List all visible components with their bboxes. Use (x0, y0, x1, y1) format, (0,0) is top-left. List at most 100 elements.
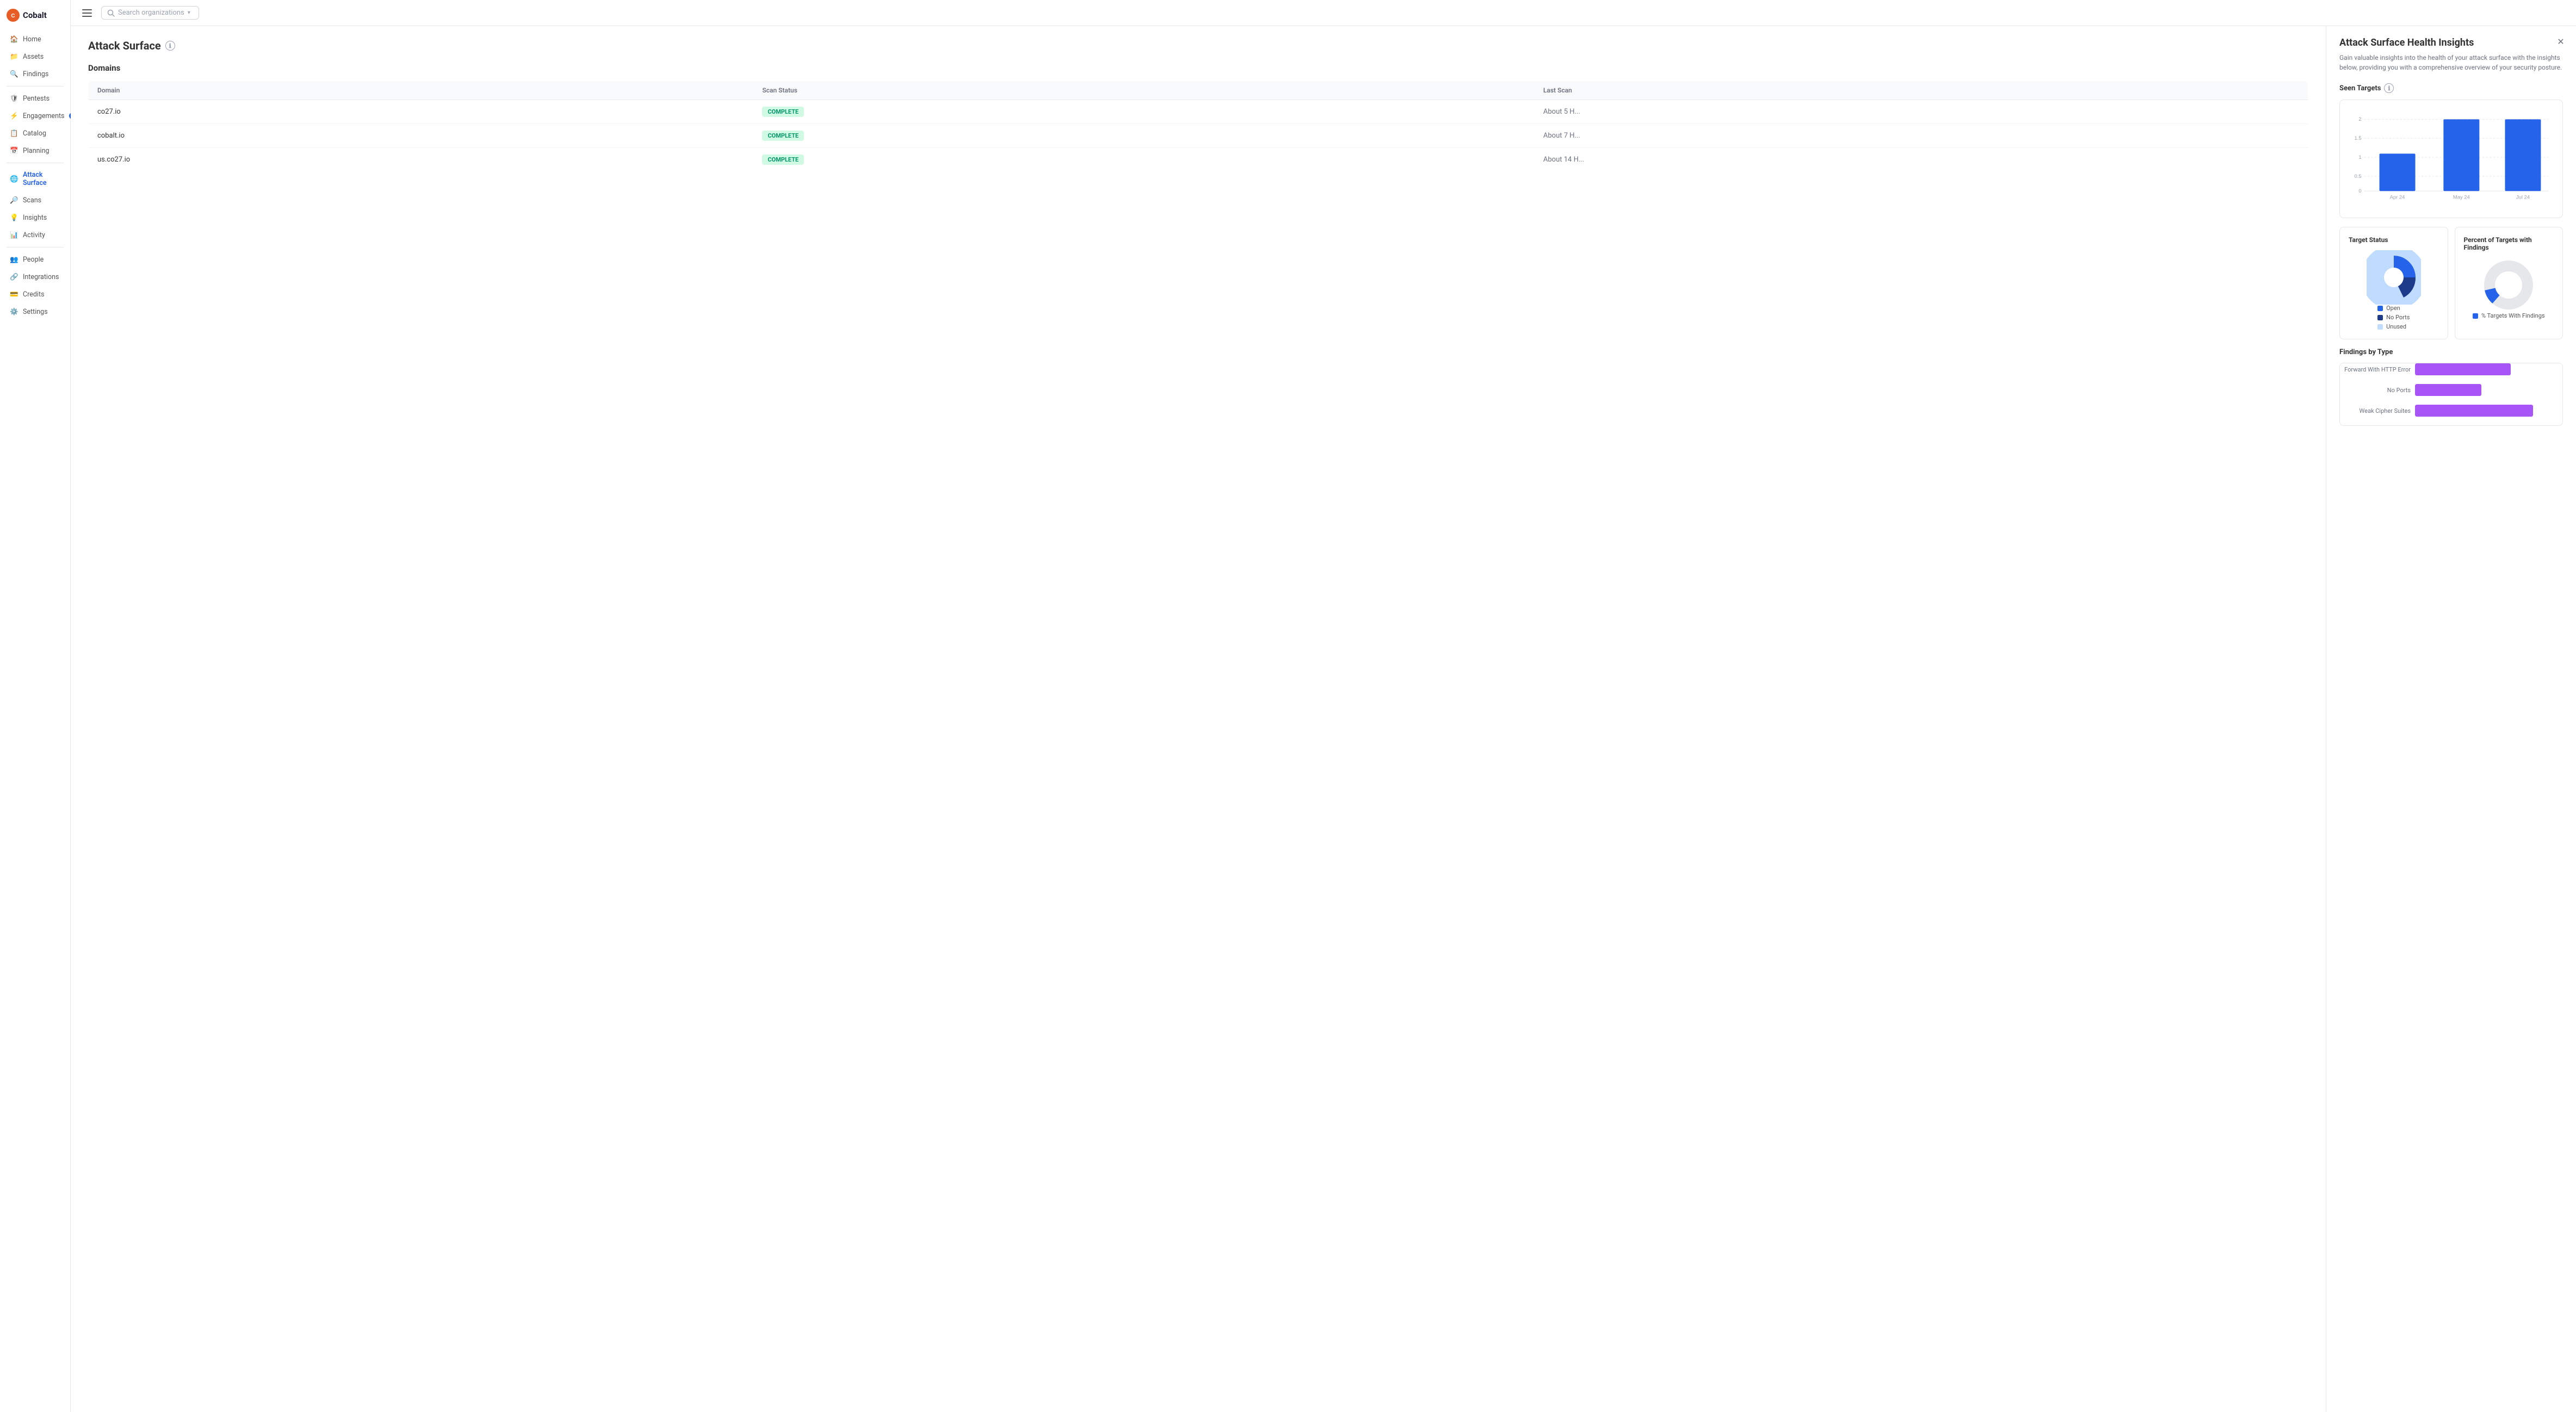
panel-subtitle: Gain valuable insights into the health o… (2339, 53, 2563, 72)
status-badge: COMPLETE (762, 107, 804, 117)
svg-text:C: C (11, 13, 15, 19)
donut-wrapper: % Targets With Findings (2464, 258, 2554, 319)
last-scan-cell: About 14 H... (1534, 148, 2308, 172)
sidebar-item-settings[interactable]: ⚙️ Settings (3, 304, 67, 320)
seen-targets-title: Seen Targets ℹ (2339, 83, 2563, 93)
finding-bar-1 (2415, 384, 2562, 396)
topbar-sidebar-toggle[interactable] (79, 5, 95, 21)
seen-targets-info-icon[interactable]: ℹ (2384, 83, 2394, 93)
finding-row-1: No Ports (2340, 384, 2562, 396)
col-last-scan: Last Scan (1534, 81, 2308, 100)
finding-label-0: Forward With HTTP Error (2340, 366, 2411, 373)
main-wrapper: Search organizations ▾ Attack Surface ℹ … (71, 0, 2576, 1412)
credits-icon: 💳 (10, 290, 18, 299)
finding-row-0: Forward With HTTP Error (2340, 363, 2562, 375)
activity-icon: 📊 (10, 231, 18, 239)
planning-icon: 📅 (10, 146, 18, 155)
status-cell: COMPLETE (753, 100, 1534, 124)
attack-surface-icon: 🌐 (10, 175, 18, 183)
page-title-info-icon[interactable]: ℹ (165, 41, 175, 51)
finding-bar-fill-2 (2415, 405, 2533, 417)
domain-cell: co27.io (89, 100, 754, 124)
seen-targets-chart: 2 1.5 1 0.5 0 (2339, 100, 2563, 218)
last-scan-cell: About 7 H... (1534, 124, 2308, 148)
catalog-icon: 📋 (10, 129, 18, 138)
search-placeholder: Search organizations (118, 9, 184, 17)
panel-close-button[interactable]: ✕ (2554, 35, 2567, 48)
sidebar-item-activity[interactable]: 📊 Activity (3, 227, 67, 243)
col-domain: Domain (89, 81, 754, 100)
finding-bar-fill-1 (2415, 384, 2481, 396)
finding-bar-0 (2415, 363, 2562, 375)
people-icon: 👥 (10, 255, 18, 264)
integrations-icon: 🔗 (10, 273, 18, 281)
table-row[interactable]: us.co27.io COMPLETE About 14 H... (89, 148, 2308, 172)
search-icon (107, 9, 115, 17)
logo-text: Cobalt (23, 10, 47, 20)
findings-icon: 🔍 (10, 70, 18, 78)
finding-bar-fill-0 (2415, 363, 2511, 375)
svg-text:Jul 24: Jul 24 (2516, 194, 2530, 200)
svg-text:1: 1 (2358, 154, 2361, 160)
target-status-chart: Target Status (2339, 227, 2448, 339)
pie-wrapper: Open No Ports Unused (2349, 250, 2439, 330)
pie-chart-svg (2367, 250, 2421, 305)
svg-text:0.5: 0.5 (2354, 173, 2361, 179)
legend-no-ports-dot (2377, 315, 2383, 320)
table-row[interactable]: cobalt.io COMPLETE About 7 H... (89, 124, 2308, 148)
svg-text:0: 0 (2358, 188, 2361, 194)
sidebar-item-findings[interactable]: 🔍 Findings (3, 66, 67, 82)
legend-unused: Unused (2377, 323, 2410, 330)
col-scan-status: Scan Status (753, 81, 1534, 100)
sidebar-item-assets[interactable]: 📁 Assets (3, 48, 67, 65)
status-cell: COMPLETE (753, 148, 1534, 172)
finding-bar-2 (2415, 405, 2562, 417)
right-panel: ✕ Attack Surface Health Insights Gain va… (2326, 26, 2576, 1412)
search-box[interactable]: Search organizations ▾ (101, 6, 199, 20)
domains-section-title: Domains (88, 63, 2308, 73)
svg-text:2: 2 (2358, 116, 2361, 122)
last-scan-cell: About 5 H... (1534, 100, 2308, 124)
sidebar-item-credits[interactable]: 💳 Credits (3, 286, 67, 302)
sidebar-item-people[interactable]: 👥 People (3, 251, 67, 268)
findings-by-type-chart: Forward With HTTP Error No Ports Weak Ci… (2339, 363, 2563, 426)
sidebar-item-scans[interactable]: 🔎 Scans (3, 192, 67, 208)
pie-legend: Open No Ports Unused (2377, 305, 2410, 330)
table-row[interactable]: co27.io COMPLETE About 5 H... (89, 100, 2308, 124)
settings-icon: ⚙️ (10, 307, 18, 316)
legend-no-ports: No Ports (2377, 314, 2410, 321)
svg-text:Apr 24: Apr 24 (2390, 194, 2405, 200)
finding-label-2: Weak Cipher Suites (2340, 407, 2411, 414)
insights-icon: 💡 (10, 213, 18, 222)
sidebar: C Cobalt 🏠 Home 📁 Assets 🔍 Findings 🛡 Pe… (0, 0, 71, 1412)
engagements-icon: ⚡ (10, 112, 18, 120)
domain-cell: us.co27.io (89, 148, 754, 172)
sidebar-item-engagements[interactable]: ⚡ Engagements NEW (3, 108, 67, 124)
content-area: Attack Surface ℹ Domains Domain Scan Sta… (71, 26, 2326, 1412)
assets-icon: 📁 (10, 52, 18, 61)
domain-cell: cobalt.io (89, 124, 754, 148)
sidebar-item-integrations[interactable]: 🔗 Integrations (3, 269, 67, 285)
donut-legend: % Targets With Findings (2473, 312, 2545, 319)
pentests-icon: 🛡 (10, 94, 18, 103)
search-chevron-icon: ▾ (188, 10, 190, 16)
two-col-charts: Target Status (2339, 227, 2563, 339)
legend-unused-dot (2377, 324, 2383, 330)
finding-row-2: Weak Cipher Suites (2340, 405, 2562, 417)
scans-icon: 🔎 (10, 196, 18, 205)
sidebar-item-catalog[interactable]: 📋 Catalog (3, 125, 67, 141)
sidebar-item-pentests[interactable]: 🛡 Pentests (3, 90, 67, 107)
sidebar-item-home[interactable]: 🏠 Home (3, 31, 67, 47)
topbar: Search organizations ▾ (71, 0, 2576, 26)
percent-findings-chart: Percent of Targets with Findings % Targe… (2455, 227, 2563, 339)
sidebar-item-attack-surface[interactable]: 🌐 Attack Surface (3, 167, 67, 191)
sidebar-item-planning[interactable]: 📅 Planning (3, 143, 67, 159)
legend-targets-findings: % Targets With Findings (2473, 312, 2545, 319)
bar-chart-svg: 2 1.5 1 0.5 0 (2349, 109, 2554, 207)
sidebar-item-insights[interactable]: 💡 Insights (3, 209, 67, 226)
percent-findings-title: Percent of Targets with Findings (2464, 236, 2554, 251)
logo: C Cobalt (0, 4, 70, 30)
domains-table: Domain Scan Status Last Scan co27.io COM… (88, 80, 2308, 172)
page-title: Attack Surface ℹ (88, 39, 2308, 52)
status-badge: COMPLETE (762, 154, 804, 165)
